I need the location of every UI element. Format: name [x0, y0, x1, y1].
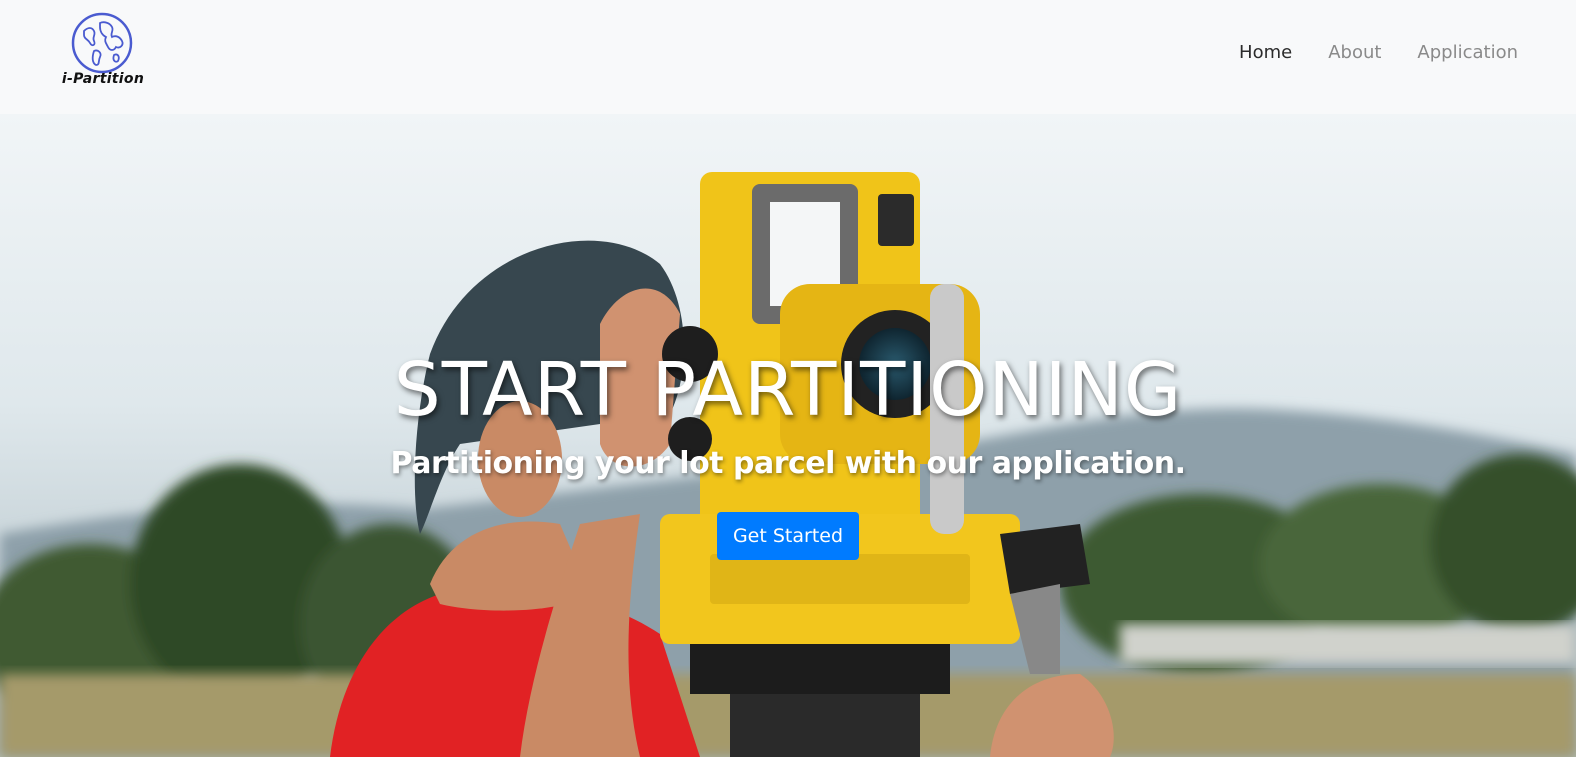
nav-menu: Home About Application [1239, 42, 1518, 63]
nav-link-home[interactable]: Home [1239, 42, 1292, 63]
brand-name: i-Partition [61, 71, 145, 87]
navbar: i-Partition Home About Application [0, 0, 1576, 114]
hero-title: START PARTITIONING [393, 347, 1183, 433]
brand-logo[interactable]: i-Partition [58, 11, 148, 91]
globe-icon [71, 12, 133, 74]
get-started-button[interactable]: Get Started [716, 512, 860, 560]
hero-subtitle: Partitioning your lot parcel with our ap… [390, 446, 1186, 481]
hero-content: START PARTITIONING Partitioning your lot… [0, 340, 1576, 560]
hero-section: START PARTITIONING Partitioning your lot… [0, 114, 1576, 757]
nav-link-application[interactable]: Application [1417, 42, 1518, 63]
nav-link-about[interactable]: About [1328, 42, 1381, 63]
